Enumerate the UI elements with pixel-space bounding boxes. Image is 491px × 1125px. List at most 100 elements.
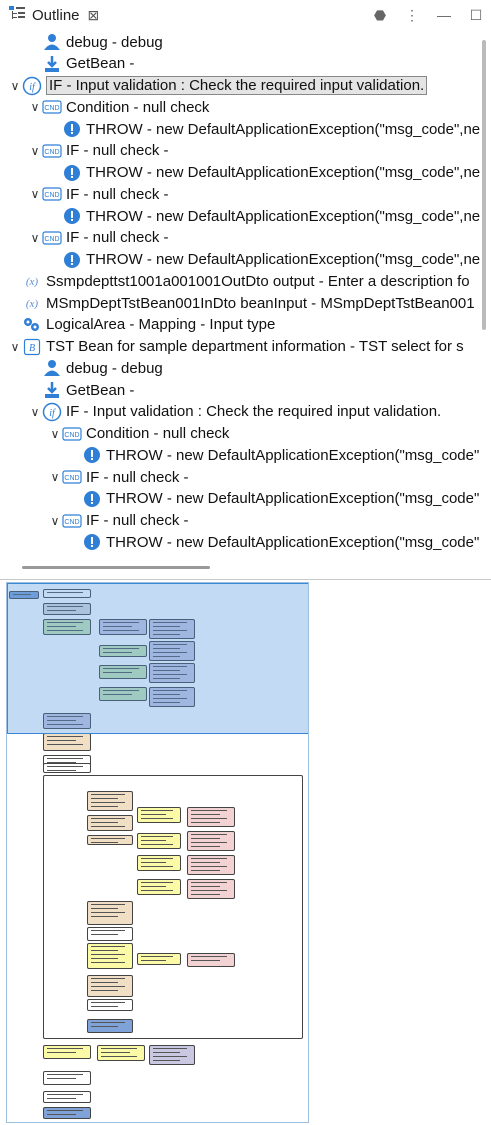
variable-icon: (x) (22, 293, 42, 313)
vertical-scrollbar[interactable] (482, 40, 486, 330)
tree-item[interactable]: ∨ CND Condition - null check (28, 96, 210, 118)
minimap-node (97, 1045, 145, 1061)
tree-item[interactable]: ∨ CND IF - null check - (48, 466, 189, 488)
user-icon (42, 32, 62, 52)
minimize-icon[interactable]: — (435, 6, 453, 24)
throw-icon (82, 489, 102, 509)
tree-item[interactable]: GetBean - (28, 53, 134, 75)
tree-item[interactable]: THROW - new DefaultApplicationException(… (48, 249, 480, 271)
if-icon: if (22, 76, 42, 96)
if-icon: if (42, 402, 62, 422)
condition-icon: CND (42, 184, 62, 204)
maximize-icon[interactable]: ☐ (467, 6, 485, 24)
tree-item[interactable]: debug - debug (28, 31, 163, 53)
minimap-node (43, 733, 91, 751)
tree-item[interactable]: ∨ CND Condition - null check (48, 423, 230, 445)
tree-item[interactable]: ∨ if IF - Input validation : Check the req… (8, 75, 428, 97)
outline-view-header: Outline ⊠ ⬣ ⋮ — ☐ (0, 0, 491, 30)
minimap-node (187, 831, 235, 851)
svg-text:(x): (x) (26, 298, 39, 310)
tree-item-label: IF - Input validation : Check the requir… (66, 403, 442, 421)
tree-item-label: debug - debug (66, 33, 163, 51)
svg-text:CND: CND (64, 475, 79, 482)
minimap-node (43, 1071, 91, 1085)
expand-toggle-icon[interactable]: ∨ (8, 79, 22, 93)
tree-item[interactable]: ∨ CND IF - null check - (48, 510, 189, 532)
throw-icon (62, 206, 82, 226)
condition-icon: CND (62, 467, 82, 487)
expand-toggle-icon[interactable]: ∨ (28, 144, 42, 158)
minimap-node (43, 763, 91, 773)
tree-item[interactable]: ∨ B TST Bean for sample department informa… (8, 336, 464, 358)
condition-icon: CND (62, 511, 82, 531)
tree-item[interactable]: THROW - new DefaultApplicationException(… (48, 162, 480, 184)
minimap-node (87, 901, 133, 925)
tree-item[interactable]: THROW - new DefaultApplicationException(… (68, 531, 479, 553)
minimap-node (137, 879, 181, 895)
tree-item-label: IF - null check - (86, 468, 189, 486)
tree-item[interactable]: THROW - new DefaultApplicationException(… (48, 205, 480, 227)
view-menu-icon[interactable]: ⋮ (403, 6, 421, 24)
tree-item[interactable]: GetBean - (28, 379, 134, 401)
tree-item[interactable]: THROW - new DefaultApplicationException(… (48, 118, 480, 140)
tree-item-label: debug - debug (66, 359, 163, 377)
minimap-node (137, 833, 181, 849)
minimap-node (149, 1045, 195, 1065)
outline-tree[interactable]: debug - debug GetBean - ∨ if IF - Input vali… (0, 30, 480, 558)
tree-item-label: IF - null check - (66, 142, 169, 160)
expand-toggle-icon[interactable]: ∨ (48, 470, 62, 484)
tree-item-label: THROW - new DefaultApplicationException(… (106, 533, 480, 551)
tree-item[interactable]: ∨ CND IF - null check - (28, 140, 169, 162)
minimap-node (43, 1107, 91, 1119)
diagram-minimap[interactable] (6, 582, 309, 1123)
throw-icon (82, 445, 102, 465)
tree-item[interactable]: LogicalArea - Mapping - Input type (8, 314, 275, 336)
expand-toggle-icon[interactable]: ∨ (28, 100, 42, 114)
tree-item[interactable]: THROW - new DefaultApplicationException(… (68, 444, 479, 466)
tree-item[interactable]: ∨ if IF - Input validation : Check the req… (28, 401, 441, 423)
outline-tab[interactable]: Outline ⊠ (0, 0, 99, 30)
minimap-node (87, 1019, 133, 1033)
close-icon[interactable]: ⊠ (88, 7, 100, 24)
minimap-node (137, 953, 181, 965)
filter-icon[interactable]: ⬣ (371, 6, 389, 24)
throw-icon (62, 163, 82, 183)
condition-icon: CND (62, 424, 82, 444)
tree-item-label: Condition - null check (86, 425, 230, 442)
expand-toggle-icon[interactable]: ∨ (28, 405, 42, 419)
minimap-viewport[interactable] (7, 583, 308, 734)
expand-toggle-icon[interactable]: ∨ (8, 340, 22, 354)
tree-item[interactable]: THROW - new DefaultApplicationException(… (68, 488, 479, 510)
tree-item[interactable]: ∨ CND IF - null check - (28, 183, 169, 205)
svg-text:CND: CND (44, 236, 59, 243)
expand-toggle-icon[interactable]: ∨ (48, 514, 62, 528)
expand-toggle-icon[interactable]: ∨ (48, 427, 62, 441)
condition-icon: CND (42, 141, 62, 161)
user-icon (42, 358, 62, 378)
svg-text:CND: CND (64, 432, 79, 439)
download-icon (42, 54, 62, 74)
tree-item-label: TST Bean for sample department informati… (46, 338, 464, 355)
tree-item[interactable]: (x) MSmpDeptTstBean001InDto beanInput - M… (8, 292, 475, 314)
minimap-node (87, 815, 133, 831)
pane-divider[interactable] (0, 579, 491, 580)
svg-text:CND: CND (64, 519, 79, 526)
svg-text:CND: CND (44, 192, 59, 199)
tree-item[interactable]: debug - debug (28, 357, 163, 379)
tree-item-label: GetBean - (66, 55, 135, 73)
minimap-node (137, 807, 181, 823)
minimap-node (87, 835, 133, 845)
tree-item-label: THROW - new DefaultApplicationException(… (106, 490, 480, 508)
condition-icon: CND (42, 97, 62, 117)
horizontal-scrollbar[interactable] (22, 566, 210, 569)
minimap-node (43, 1045, 91, 1059)
tree-item-label: THROW - new DefaultApplicationException(… (86, 251, 480, 268)
tree-item[interactable]: (x) Ssmpdepttst1001a001001OutDto output -… (8, 270, 470, 292)
expand-toggle-icon[interactable]: ∨ (28, 187, 42, 201)
outline-icon (8, 5, 26, 26)
tree-item-label: IF - null check - (66, 185, 169, 203)
minimap-node (87, 791, 133, 811)
tree-item[interactable]: ∨ CND IF - null check - (28, 227, 169, 249)
expand-toggle-icon[interactable]: ∨ (28, 231, 42, 245)
tree-item-label: Condition - null check (66, 98, 210, 116)
